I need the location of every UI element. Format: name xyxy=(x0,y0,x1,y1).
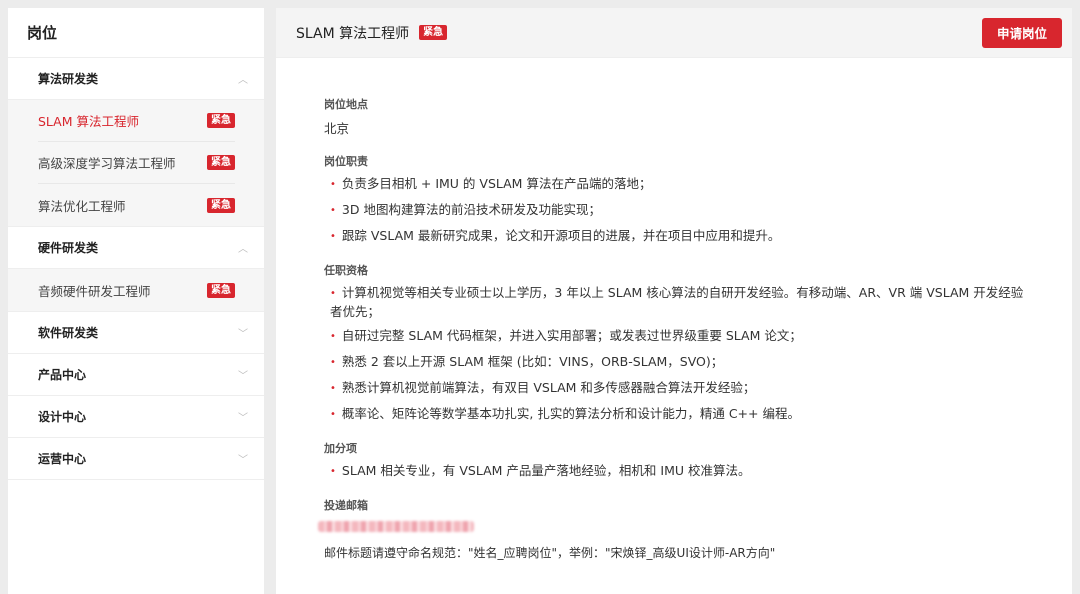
chevron-down-icon: ﹀ xyxy=(238,455,248,466)
chevron-down-icon: ﹀ xyxy=(238,413,248,424)
job-detail-panel: SLAM 算法工程师 紧急 申请岗位 岗位地点 北京 岗位职责 • 负责多目相机 … xyxy=(276,8,1072,594)
list-item-text: 负责多目相机 + IMU 的 VSLAM 算法在产品端的落地； xyxy=(341,176,652,191)
bullet-dot-icon: • xyxy=(330,288,336,299)
job-list-item[interactable]: 音频硬件研发工程师 紧急 xyxy=(38,269,235,311)
urgent-badge: 紧急 xyxy=(207,197,235,213)
category-label: 设计中心 xyxy=(38,410,87,424)
category-label: 硬件研发类 xyxy=(38,241,99,255)
bonus-list: • SLAM 相关专业，有 VSLAM 产品量产落地经验，相机和 IMU 校准算法… xyxy=(324,462,1072,481)
category-label: 运营中心 xyxy=(38,452,87,466)
job-list-item[interactable]: 高级深度学习算法工程师 紧急 xyxy=(38,142,235,184)
job-title: SLAM 算法工程师 xyxy=(296,25,410,42)
bullet-dot-icon: • xyxy=(330,409,336,420)
requirements-list: • 计算机视觉等相关专业硕士以上学历，3 年以上 SLAM 核心算法的自研开发经验… xyxy=(324,284,1072,424)
list-item: • SLAM 相关专业，有 VSLAM 产品量产落地经验，相机和 IMU 校准算法… xyxy=(324,462,1024,481)
email-section: 投递邮箱 邮件标题请遵守命名规范："姓名_应聘岗位"，举例："宋焕铎_高级UI设… xyxy=(318,497,1072,561)
chevron-down-icon: ﹀ xyxy=(238,371,248,382)
chevron-up-icon: ︿ xyxy=(238,75,248,86)
location-value: 北京 xyxy=(324,121,350,136)
category-label: 软件研发类 xyxy=(38,326,99,340)
list-item: • 概率论、矩阵论等数学基本功扎实, 扎实的算法分析和设计能力，精通 C++ 编程… xyxy=(324,405,1024,424)
requirements-label: 任职资格 xyxy=(324,264,368,277)
job-item-title: 高级深度学习算法工程师 xyxy=(38,156,176,171)
sidebar-groups: 算法研发类 ︿ SLAM 算法工程师 紧急 高级深度学习算法工程师 紧急 算法优化工程师 紧急… xyxy=(8,58,264,480)
detail-content: 岗位地点 北京 岗位职责 • 负责多目相机 + IMU 的 VSLAM 算法在产品… xyxy=(276,58,1072,561)
urgent-badge: 紧急 xyxy=(207,155,235,170)
job-item-title: 音频硬件研发工程师 xyxy=(38,283,151,299)
bonus-section: 加分项 • SLAM 相关专业，有 VSLAM 产品量产落地经验，相机和 IMU … xyxy=(324,440,1072,481)
list-item-text: 概率论、矩阵论等数学基本功扎实, 扎实的算法分析和设计能力，精通 C++ 编程。 xyxy=(341,406,800,421)
list-item: • 跟踪 VSLAM 最新研究成果，论文和开源项目的进展，并在项目中应用和提升。 xyxy=(324,227,1024,246)
blurred-email xyxy=(318,521,474,532)
bonus-label: 加分项 xyxy=(324,442,357,455)
chevron-down-icon: ﹀ xyxy=(238,329,248,340)
category-label: 产品中心 xyxy=(38,368,87,382)
job-item-title: SLAM 算法工程师 xyxy=(38,114,139,129)
list-item-text: SLAM 相关专业，有 VSLAM 产品量产落地经验，相机和 IMU 校准算法。 xyxy=(341,463,751,478)
requirements-section: 任职资格 • 计算机视觉等相关专业硕士以上学历，3 年以上 SLAM 核心算法的自… xyxy=(324,262,1072,424)
bullet-dot-icon: • xyxy=(330,383,336,394)
category-job-list: 音频硬件研发工程师 紧急 xyxy=(8,269,264,312)
bullet-dot-icon: • xyxy=(330,205,336,216)
job-sidebar: 岗位 算法研发类 ︿ SLAM 算法工程师 紧急 高级深度学习算法工程师 紧急 算法优化工程… xyxy=(8,8,264,594)
list-item-text: 自研过完整 SLAM 代码框架，并进入实用部署；或发表过世界级重要 SLAM 论… xyxy=(341,328,802,343)
list-item: • 负责多目相机 + IMU 的 VSLAM 算法在产品端的落地； xyxy=(324,175,1024,194)
category-header[interactable]: 硬件研发类 ︿ xyxy=(8,227,264,269)
location-section: 岗位地点 北京 xyxy=(324,96,1072,137)
location-label: 岗位地点 xyxy=(324,98,368,111)
bullet-dot-icon: • xyxy=(330,231,336,242)
category-job-list: SLAM 算法工程师 紧急 高级深度学习算法工程师 紧急 算法优化工程师 紧急 xyxy=(8,100,264,227)
list-item-text: 计算机视觉等相关专业硕士以上学历，3 年以上 SLAM 核心算法的自研开发经验。… xyxy=(330,285,1024,319)
list-item-text: 跟踪 VSLAM 最新研究成果，论文和开源项目的进展，并在项目中应用和提升。 xyxy=(341,228,781,243)
bullet-dot-icon: • xyxy=(330,331,336,342)
job-list-item[interactable]: 算法优化工程师 紧急 xyxy=(38,184,235,226)
detail-header: SLAM 算法工程师 紧急 申请岗位 xyxy=(276,8,1072,58)
sidebar-title: 岗位 xyxy=(8,8,264,58)
detail-title-wrap: SLAM 算法工程师 紧急 xyxy=(296,23,448,43)
chevron-up-icon: ︿ xyxy=(238,244,248,255)
list-item-text: 熟悉 2 套以上开源 SLAM 框架 (比如：VINS，ORB-SLAM，SVO… xyxy=(341,354,724,369)
urgent-badge: 紧急 xyxy=(419,25,448,40)
list-item: • 自研过完整 SLAM 代码框架，并进入实用部署；或发表过世界级重要 SLAM … xyxy=(324,327,1024,346)
category-header[interactable]: 算法研发类 ︿ xyxy=(8,58,264,100)
apply-button[interactable]: 申请岗位 xyxy=(982,17,1062,48)
list-item: • 熟悉计算机视觉前端算法，有双目 VSLAM 和多传感器融合算法开发经验； xyxy=(324,379,1024,398)
duties-label: 岗位职责 xyxy=(324,155,368,168)
category-header[interactable]: 产品中心 ﹀ xyxy=(8,354,264,396)
category-header[interactable]: 设计中心 ﹀ xyxy=(8,396,264,438)
list-item: • 熟悉 2 套以上开源 SLAM 框架 (比如：VINS，ORB-SLAM，SV… xyxy=(324,353,1024,372)
category-header[interactable]: 运营中心 ﹀ xyxy=(8,438,264,480)
list-item-text: 3D 地图构建算法的前沿技术研发及功能实现； xyxy=(341,202,601,217)
email-label: 投递邮箱 xyxy=(324,499,368,512)
bullet-dot-icon: • xyxy=(330,466,336,477)
duties-list: • 负责多目相机 + IMU 的 VSLAM 算法在产品端的落地； • 3D 地图构建… xyxy=(324,175,1072,246)
job-item-title: 算法优化工程师 xyxy=(38,198,126,214)
mail-naming-note: 邮件标题请遵守命名规范："姓名_应聘岗位"，举例："宋焕铎_高级UI设计师-AR… xyxy=(324,546,776,560)
category-label: 算法研发类 xyxy=(38,72,99,86)
category-header[interactable]: 软件研发类 ﹀ xyxy=(8,312,264,354)
list-item: • 计算机视觉等相关专业硕士以上学历，3 年以上 SLAM 核心算法的自研开发经验… xyxy=(324,284,1024,320)
list-item-text: 熟悉计算机视觉前端算法，有双目 VSLAM 和多传感器融合算法开发经验； xyxy=(341,380,756,395)
list-item: • 3D 地图构建算法的前沿技术研发及功能实现； xyxy=(324,201,1024,220)
job-list-item[interactable]: SLAM 算法工程师 紧急 xyxy=(38,100,235,142)
duties-section: 岗位职责 • 负责多目相机 + IMU 的 VSLAM 算法在产品端的落地； • 3D… xyxy=(324,153,1072,246)
bullet-dot-icon: • xyxy=(330,179,336,190)
urgent-badge: 紧急 xyxy=(207,113,235,128)
urgent-badge: 紧急 xyxy=(207,282,235,298)
bullet-dot-icon: • xyxy=(330,357,336,368)
